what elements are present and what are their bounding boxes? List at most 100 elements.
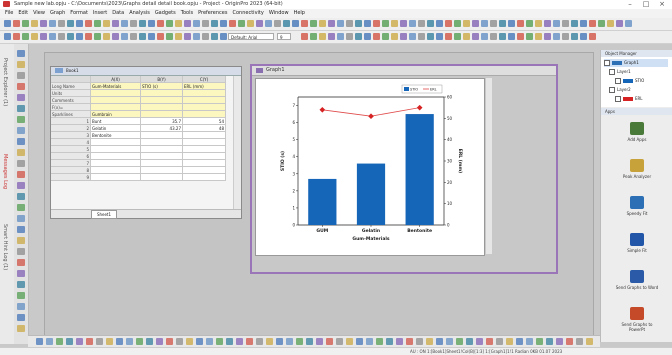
toolbar-button-icon[interactable] (157, 20, 164, 27)
data-cell[interactable] (141, 146, 183, 153)
tool-icon[interactable] (17, 248, 25, 255)
toolbar-button-icon[interactable] (301, 20, 308, 27)
smart-hint-log-tab[interactable]: Smart Hint Log (1) (2, 224, 8, 270)
app-add-apps[interactable]: Add Apps (615, 122, 659, 142)
toolbar-button-icon[interactable] (454, 33, 461, 40)
toolbar-button-icon[interactable] (13, 20, 20, 27)
tool-icon[interactable] (17, 83, 25, 90)
tool-icon[interactable] (17, 303, 25, 310)
toolbar-button-icon[interactable] (346, 20, 353, 27)
toolbar-button-icon[interactable] (391, 20, 398, 27)
menu-format[interactable]: Format (70, 9, 88, 18)
toolbar-button-icon[interactable] (625, 20, 632, 27)
toolbar-button-icon[interactable] (31, 20, 38, 27)
menu-graph[interactable]: Graph (50, 9, 65, 18)
menu-preferences[interactable]: Preferences (198, 9, 227, 18)
toolbar-button-icon[interactable] (409, 33, 416, 40)
toolbar-button-icon[interactable] (130, 20, 137, 27)
toolbar-button-icon[interactable] (220, 20, 227, 27)
maximize-button[interactable]: □ (638, 0, 654, 9)
toolbar-button-icon[interactable] (319, 20, 326, 27)
toolbar-button-icon[interactable] (310, 33, 317, 40)
tool-icon[interactable] (17, 138, 25, 145)
toolbar-button-icon[interactable] (562, 20, 569, 27)
toolbar-button-icon[interactable] (589, 33, 596, 40)
toolbar-button-icon[interactable] (58, 20, 65, 27)
toolbar-button-icon[interactable] (463, 33, 470, 40)
toolbar-button-icon[interactable] (544, 20, 551, 27)
tool-icon[interactable] (17, 292, 25, 299)
data-cell[interactable] (91, 174, 141, 181)
font-select[interactable]: Default: Arial (228, 33, 274, 40)
tool-icon[interactable] (17, 61, 25, 68)
bottom-toolbar-icon[interactable] (206, 338, 213, 345)
toolbar-button-icon[interactable] (598, 20, 605, 27)
bottom-toolbar-icon[interactable] (266, 338, 273, 345)
toolbar-button-icon[interactable] (472, 33, 479, 40)
toolbar-button-icon[interactable] (247, 20, 254, 27)
toolbar-button-icon[interactable] (472, 20, 479, 27)
bottom-toolbar-icon[interactable] (506, 338, 513, 345)
bottom-toolbar-icon[interactable] (406, 338, 413, 345)
tool-icon[interactable] (17, 237, 25, 244)
toolbar-button-icon[interactable] (373, 20, 380, 27)
bottom-toolbar-icon[interactable] (316, 338, 323, 345)
app-send-graphs-to-word[interactable]: Send Graphs to Word (615, 270, 659, 290)
bottom-toolbar-icon[interactable] (86, 338, 93, 345)
toolbar-button-icon[interactable] (94, 33, 101, 40)
bottom-toolbar-icon[interactable] (436, 338, 443, 345)
bottom-toolbar-icon[interactable] (136, 338, 143, 345)
toolbar-button-icon[interactable] (166, 33, 173, 40)
toolbar-button-icon[interactable] (184, 33, 191, 40)
minimize-button[interactable]: – (622, 0, 638, 9)
meta-cell[interactable] (141, 111, 183, 118)
bottom-toolbar-icon[interactable] (456, 338, 463, 345)
data-cell[interactable] (183, 132, 226, 139)
tool-icon[interactable] (17, 204, 25, 211)
bottom-toolbar-icon[interactable] (426, 338, 433, 345)
menu-analysis[interactable]: Analysis (129, 9, 150, 18)
toolbar-button-icon[interactable] (508, 33, 515, 40)
toolbar-button-icon[interactable] (301, 33, 308, 40)
bottom-toolbar-icon[interactable] (246, 338, 253, 345)
checkbox-icon[interactable] (615, 78, 621, 84)
toolbar-button-icon[interactable] (436, 33, 443, 40)
worksheet-window[interactable]: Book1 A(X) B(Y) C(Y) Long Name Gum-Materials… (50, 66, 242, 219)
toolbar-button-icon[interactable] (445, 33, 452, 40)
data-cell[interactable]: 54 (183, 118, 226, 125)
bottom-toolbar-icon[interactable] (446, 338, 453, 345)
toolbar-button-icon[interactable] (337, 20, 344, 27)
menu-edit[interactable]: Edit (18, 9, 28, 18)
data-cell[interactable] (141, 139, 183, 146)
toolbar-button-icon[interactable] (508, 20, 515, 27)
bottom-toolbar-icon[interactable] (376, 338, 383, 345)
data-cell[interactable] (141, 160, 183, 167)
menu-insert[interactable]: Insert (93, 9, 107, 18)
tool-icon[interactable] (17, 215, 25, 222)
data-cell[interactable] (141, 167, 183, 174)
toolbar-button-icon[interactable] (40, 20, 47, 27)
row-header[interactable]: 9 (51, 174, 91, 181)
worksheet-titlebar[interactable]: Book1 (51, 67, 241, 76)
bottom-toolbar-icon[interactable] (356, 338, 363, 345)
toolbar-button-icon[interactable] (103, 33, 110, 40)
bottom-toolbar-icon[interactable] (416, 338, 423, 345)
tool-icon[interactable] (17, 314, 25, 321)
row-header[interactable]: 4 (51, 139, 91, 146)
column-header[interactable]: B(Y) (141, 76, 183, 83)
bottom-toolbar-icon[interactable] (196, 338, 203, 345)
toolbar-button-icon[interactable] (544, 33, 551, 40)
menu-file[interactable]: File (5, 9, 13, 18)
app-send-graphs-to-powerpt[interactable]: Send Graphs to PowerPt (615, 307, 659, 332)
menu-gadgets[interactable]: Gadgets (155, 9, 176, 18)
data-cell[interactable]: 35.7 (141, 118, 183, 125)
toolbar-button-icon[interactable] (13, 33, 20, 40)
row-header[interactable]: 8 (51, 167, 91, 174)
toolbar-button-icon[interactable] (454, 20, 461, 27)
data-cell[interactable] (183, 153, 226, 160)
toolbar-button-icon[interactable] (112, 20, 119, 27)
toolbar-button-icon[interactable] (121, 20, 128, 27)
app-speedy-fit[interactable]: Speedy Fit (615, 196, 659, 216)
column-header[interactable]: A(X) (91, 76, 141, 83)
bottom-toolbar-icon[interactable] (326, 338, 333, 345)
